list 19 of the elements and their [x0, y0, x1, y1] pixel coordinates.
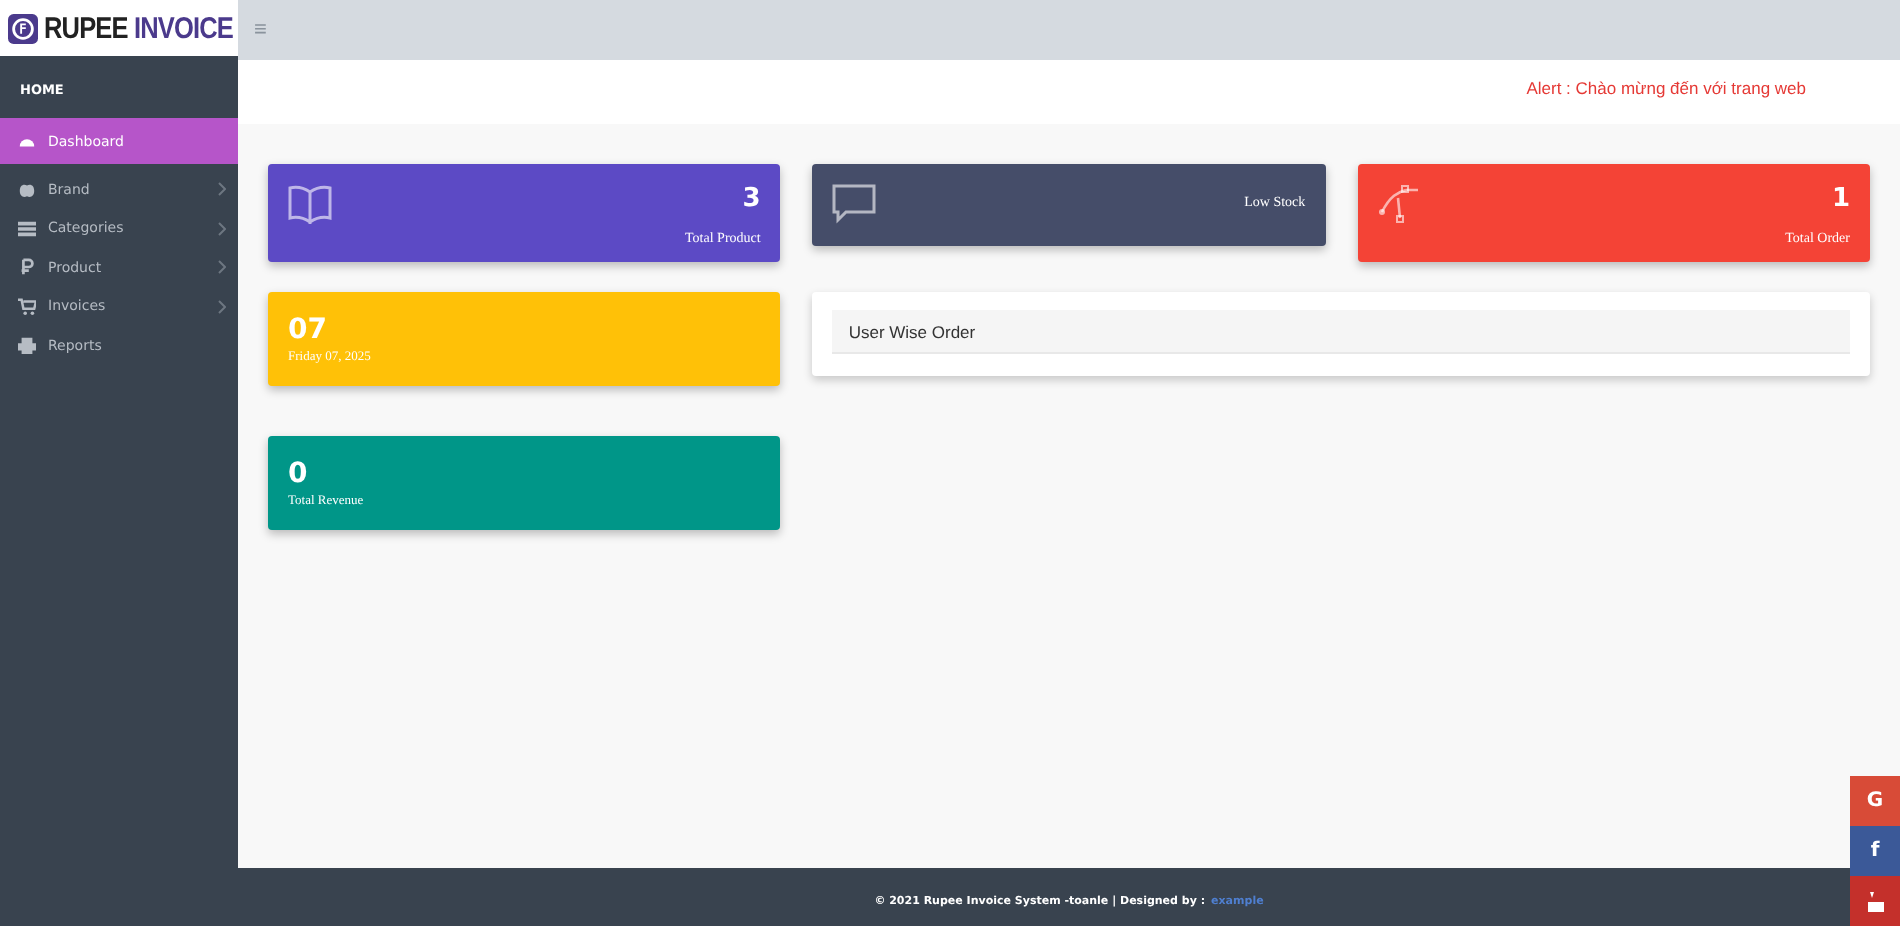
- book-icon: [288, 184, 332, 224]
- chat-bubble-icon: [832, 184, 877, 224]
- cart-icon: [18, 297, 36, 316]
- stat-value: 3: [742, 184, 761, 216]
- google-button[interactable]: G: [1850, 776, 1900, 826]
- panel-header: User Wise Order: [832, 310, 1850, 354]
- day-number: 07: [288, 314, 327, 346]
- logo[interactable]: RUPEE INVOICE: [0, 0, 238, 56]
- logo-text: INVOICE: [134, 11, 234, 45]
- youtube-button[interactable]: [1850, 876, 1900, 926]
- vector-path-icon: [1377, 184, 1422, 224]
- ruble-icon: [18, 258, 36, 277]
- list-icon: [18, 219, 36, 238]
- stat-value: 0: [288, 458, 308, 490]
- stat-value: 1: [1831, 184, 1850, 216]
- facebook-button[interactable]: f: [1850, 826, 1900, 876]
- alert-text: Alert : Chào mừng đến với trang web: [1526, 77, 1806, 97]
- logo-text: RUPEE: [44, 11, 128, 45]
- coin-icon: [8, 13, 38, 43]
